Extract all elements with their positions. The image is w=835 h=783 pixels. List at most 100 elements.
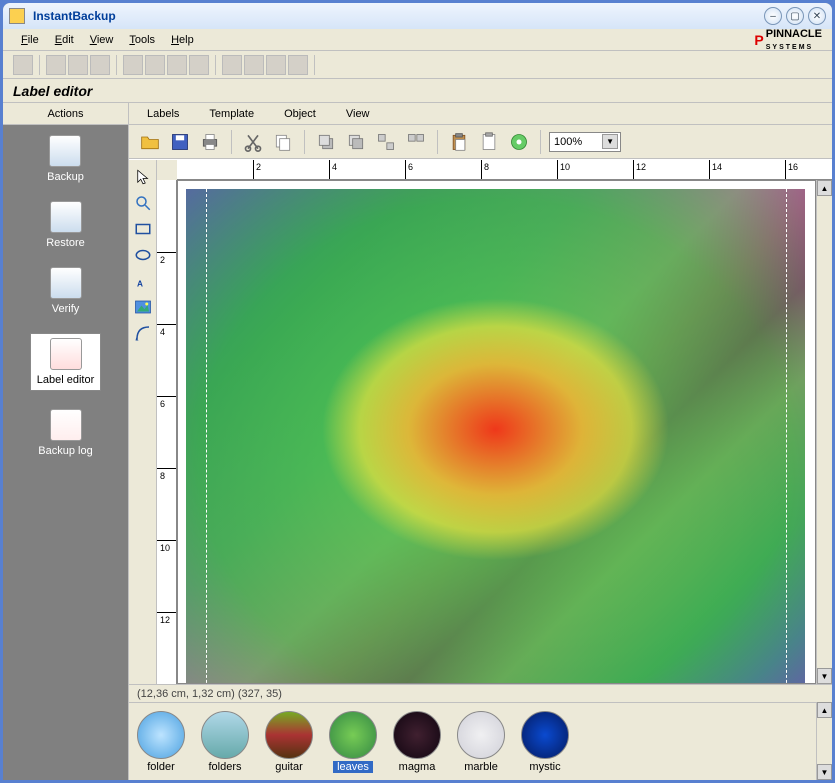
tb-btn[interactable] <box>13 55 33 75</box>
submenu-view[interactable]: View <box>338 106 378 122</box>
scroll-up-button[interactable]: ▲ <box>817 702 832 718</box>
action-icon <box>50 267 82 299</box>
thumb-folders[interactable]: folders <box>201 711 249 773</box>
tb-btn[interactable] <box>90 55 110 75</box>
tb-btn[interactable] <box>167 55 187 75</box>
send-back-button[interactable] <box>343 129 369 155</box>
image-tool[interactable] <box>132 296 154 318</box>
pointer-tool[interactable] <box>132 166 154 188</box>
ruler-horizontal[interactable]: 246810121416 <box>177 160 832 180</box>
action-label: Verify <box>52 303 80 315</box>
thumb-label: guitar <box>275 761 303 773</box>
main: Labels Template Object View <box>129 103 832 780</box>
canvas[interactable] <box>177 180 816 684</box>
thumb-image <box>137 711 185 759</box>
sidebar-item-restore[interactable]: Restore <box>46 201 85 249</box>
canvas-image[interactable] <box>186 189 805 684</box>
text-tool[interactable]: A <box>132 270 154 292</box>
thumb-image <box>201 711 249 759</box>
print-button[interactable] <box>197 129 223 155</box>
zoom-select[interactable]: 100% <box>549 132 621 152</box>
scrollbar-vertical[interactable]: ▲ ▼ <box>816 180 832 684</box>
tb-btn[interactable] <box>288 55 308 75</box>
thumbs-scrollbar[interactable]: ▲ ▼ <box>816 702 832 780</box>
zoom-tool[interactable] <box>132 192 154 214</box>
tb-btn[interactable] <box>222 55 242 75</box>
thumb-label: magma <box>399 761 436 773</box>
save-button[interactable] <box>167 129 193 155</box>
thumb-folder[interactable]: folder <box>137 711 185 773</box>
ruler-vertical[interactable]: 24681012 <box>157 180 177 684</box>
action-icon <box>50 338 82 370</box>
submenu-object[interactable]: Object <box>276 106 324 122</box>
tb-btn[interactable] <box>123 55 143 75</box>
tb-btn[interactable] <box>68 55 88 75</box>
tb-btn[interactable] <box>145 55 165 75</box>
group-button[interactable] <box>373 129 399 155</box>
thumb-label: marble <box>464 761 498 773</box>
scroll-down-button[interactable]: ▼ <box>817 668 832 684</box>
clipboard-button[interactable] <box>476 129 502 155</box>
window-title: InstantBackup <box>33 9 764 23</box>
thumb-marble[interactable]: marble <box>457 711 505 773</box>
thumb-leaves[interactable]: leaves <box>329 711 377 773</box>
canvas-area: 246810121416 24681012 ▲ ▼ <box>157 160 832 684</box>
disc-button[interactable] <box>506 129 532 155</box>
thumb-label: mystic <box>529 761 560 773</box>
bring-front-button[interactable] <box>313 129 339 155</box>
thumb-label: leaves <box>333 761 373 773</box>
guide-right[interactable] <box>786 189 787 684</box>
cut-button[interactable] <box>240 129 266 155</box>
tb-btn[interactable] <box>189 55 209 75</box>
brand-logo: P PINNACLESYSTEMS <box>754 28 822 52</box>
thumb-magma[interactable]: magma <box>393 711 441 773</box>
sidebar-item-backup-log[interactable]: Backup log <box>38 409 92 457</box>
tb-btn[interactable] <box>244 55 264 75</box>
tb-btn[interactable] <box>266 55 286 75</box>
titlebar: InstantBackup – ▢ ✕ <box>3 3 832 29</box>
window-buttons: – ▢ ✕ <box>764 7 826 25</box>
curve-tool[interactable] <box>132 322 154 344</box>
minimize-button[interactable]: – <box>764 7 782 25</box>
menubar: File Edit View Tools Help P PINNACLESYST… <box>3 29 832 51</box>
thumbnails: folder folders guitar leaves magma marble myst… <box>129 702 816 780</box>
action-icon <box>50 201 82 233</box>
menu-file[interactable]: File <box>13 32 47 48</box>
sidebar-item-verify[interactable]: Verify <box>50 267 82 315</box>
action-label: Label editor <box>37 374 95 386</box>
submenu-template[interactable]: Template <box>201 106 262 122</box>
thumb-image <box>457 711 505 759</box>
rectangle-tool[interactable] <box>132 218 154 240</box>
menu-help[interactable]: Help <box>163 32 202 48</box>
tb-btn[interactable] <box>46 55 66 75</box>
svg-text:A: A <box>137 279 143 288</box>
scroll-up-button[interactable]: ▲ <box>817 180 832 196</box>
paste-button[interactable] <box>446 129 472 155</box>
section-title: Label editor <box>3 79 832 103</box>
sidebar-item-backup[interactable]: Backup <box>47 135 84 183</box>
brand-name: PINNACLE <box>766 28 822 40</box>
thumb-mystic[interactable]: mystic <box>521 711 569 773</box>
ungroup-button[interactable] <box>403 129 429 155</box>
status-bar: (12,36 cm, 1,32 cm) (327, 35) <box>129 684 832 702</box>
open-button[interactable] <box>137 129 163 155</box>
thumb-guitar[interactable]: guitar <box>265 711 313 773</box>
close-button[interactable]: ✕ <box>808 7 826 25</box>
menu-tools[interactable]: Tools <box>121 32 163 48</box>
sidebar-item-label-editor[interactable]: Label editor <box>30 333 102 391</box>
action-icon <box>49 135 81 167</box>
maximize-button[interactable]: ▢ <box>786 7 804 25</box>
menu-edit[interactable]: Edit <box>47 32 82 48</box>
ellipse-tool[interactable] <box>132 244 154 266</box>
guide-left[interactable] <box>206 189 207 684</box>
menu-view[interactable]: View <box>82 32 122 48</box>
action-label: Backup <box>47 171 84 183</box>
thumb-label: folders <box>208 761 241 773</box>
thumb-image <box>329 711 377 759</box>
label-toolbar: 100% <box>129 125 832 159</box>
thumb-label: folder <box>147 761 175 773</box>
scroll-down-button[interactable]: ▼ <box>817 764 832 780</box>
tools-palette: A <box>129 160 157 684</box>
copy-button[interactable] <box>270 129 296 155</box>
submenu-labels[interactable]: Labels <box>139 106 187 122</box>
